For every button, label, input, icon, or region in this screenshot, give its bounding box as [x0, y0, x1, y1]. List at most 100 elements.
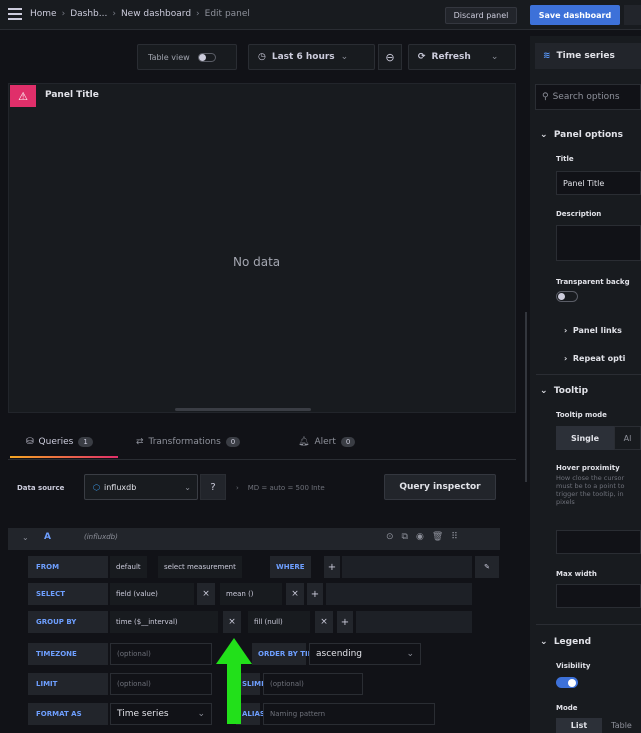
collapse-icon[interactable]: ⌄ [22, 533, 29, 542]
tooltip-mode-all[interactable]: Al [614, 426, 641, 450]
select-field[interactable]: field (value) [110, 583, 194, 605]
remove-field-icon[interactable]: × [197, 583, 215, 605]
format-as-value: Time series [117, 709, 169, 719]
query-options-summary[interactable]: › MD = auto = 500 Inte [236, 484, 325, 492]
transparent-background-label: Transparent backg [556, 278, 630, 286]
add-select-button[interactable]: + [307, 583, 323, 605]
panel-links-section[interactable]: › Panel links [564, 326, 622, 335]
add-group-by-button[interactable]: + [337, 611, 353, 633]
panel-options-label: Panel options [553, 130, 623, 140]
breadcrumb-home[interactable]: Home [30, 9, 57, 19]
limit-input[interactable]: (optional) [110, 673, 212, 695]
clock-icon: ◷ [258, 52, 266, 62]
tab-alert[interactable]: 🔔︎ Alert 0 [298, 437, 356, 447]
breadcrumb-new-dashboard[interactable]: New dashboard [121, 9, 191, 19]
search-options-input[interactable]: ⚲ Search options [535, 84, 641, 110]
eye-icon[interactable]: ◉ [416, 532, 432, 542]
hover-proximity-input[interactable] [556, 530, 641, 554]
table-view-label: Table view [148, 52, 190, 62]
repeat-options-section[interactable]: › Repeat opti [564, 354, 625, 363]
transform-icon: ⇄ [136, 437, 144, 447]
remove-group-by-time-icon[interactable]: × [223, 611, 241, 633]
description-input[interactable] [556, 225, 641, 261]
chevron-down-icon: ⌄ [406, 649, 414, 659]
resize-handle[interactable] [175, 408, 311, 411]
query-datasource-name: (influxdb) [84, 533, 118, 541]
from-label: FROM [28, 556, 108, 578]
help-icon[interactable]: ⊙ [386, 532, 402, 542]
divider [536, 624, 641, 625]
table-view-toggle[interactable]: Table view [137, 44, 237, 70]
format-as-select[interactable]: Time series ⌄ [110, 703, 212, 725]
panel-options-section[interactable]: ⌄ Panel options [540, 130, 623, 140]
duplicate-icon[interactable]: ⧉ [402, 532, 416, 542]
row-filler [326, 583, 472, 605]
add-where-button[interactable]: + [324, 556, 340, 578]
row-filler [342, 556, 472, 578]
tab-queries[interactable]: ⛁ Queries 1 [26, 437, 93, 447]
legend-section[interactable]: ⌄ Legend [540, 637, 591, 647]
datasource-label: Data source [17, 484, 65, 492]
warning-icon[interactable]: ⚠ [10, 85, 36, 107]
panel-preview [8, 83, 516, 413]
order-by-value: ascending [316, 649, 363, 659]
toggle-switch[interactable] [197, 52, 216, 62]
trash-icon[interactable]: 🗑︎ [432, 532, 451, 542]
help-icon[interactable]: ? [200, 474, 226, 500]
scrollbar[interactable] [525, 312, 527, 482]
save-dashboard-button[interactable]: Save dashboard [530, 5, 620, 25]
discard-panel-button[interactable]: Discard panel [445, 7, 517, 24]
max-width-label: Max width [556, 570, 597, 578]
max-width-input[interactable] [556, 584, 641, 608]
query-letter[interactable]: A [44, 532, 51, 542]
refresh-icon: ⟳ [418, 52, 426, 62]
remove-function-icon[interactable]: × [286, 583, 304, 605]
query-inspector-button[interactable]: Query inspector [384, 474, 496, 500]
edit-pencil-icon[interactable]: ✎ [475, 556, 499, 578]
chevron-down-icon[interactable]: ⌄ [491, 52, 499, 62]
visibility-label: Visibility [556, 662, 591, 670]
chevron-down-icon: ⌄ [184, 482, 191, 492]
group-by-fill[interactable]: fill (null) [248, 611, 310, 633]
from-measurement[interactable]: select measurement [158, 556, 242, 578]
title-input[interactable]: Panel Title [556, 171, 641, 195]
options-sidebar [530, 36, 641, 733]
transparent-background-switch[interactable] [556, 291, 578, 302]
legend-visibility-switch[interactable] [556, 677, 578, 688]
tab-transformations[interactable]: ⇄ Transformations 0 [136, 437, 241, 447]
drag-handle-icon[interactable]: ⠿ [451, 532, 466, 542]
apply-button-partial[interactable] [624, 5, 641, 25]
row-filler [356, 611, 472, 633]
alias-input[interactable]: Naming pattern [263, 703, 435, 725]
datasource-select[interactable]: ⬡ influxdb ⌄ [84, 474, 198, 500]
group-by-time[interactable]: time ($__interval) [110, 611, 218, 633]
query-actions: ⊙⧉◉🗑︎⠿ [386, 532, 466, 542]
bell-icon: 🔔︎ [298, 437, 310, 447]
breadcrumb-edit-panel: Edit panel [204, 9, 250, 19]
menu-icon[interactable] [8, 8, 22, 20]
breadcrumb-dashboards[interactable]: Dashb... [70, 9, 107, 19]
remove-fill-icon[interactable]: × [315, 611, 333, 633]
order-by-select[interactable]: ascending ⌄ [309, 643, 421, 665]
legend-mode-list[interactable]: List [556, 718, 602, 733]
search-options-placeholder: Search options [552, 92, 620, 102]
visualization-label: Time series [556, 51, 615, 61]
refresh-button[interactable]: ⟳ Refresh ⌄ [408, 44, 516, 70]
limit-label: LIMIT [28, 673, 108, 695]
visualization-picker[interactable]: ≋ Time series [535, 43, 641, 69]
select-function[interactable]: mean () [220, 583, 282, 605]
tooltip-section[interactable]: ⌄ Tooltip [540, 386, 588, 396]
green-arrow-annotation [216, 638, 252, 724]
legend-mode-table[interactable]: Table [602, 718, 641, 733]
slimit-input[interactable]: (optional) [263, 673, 363, 695]
timezone-input[interactable]: (optional) [110, 643, 212, 665]
hover-proximity-description: How close the cursor must be to a point … [556, 474, 625, 506]
breadcrumb: Home › Dashb... › New dashboard › Edit panel [30, 9, 250, 19]
chevron-down-icon: ⌄ [197, 709, 205, 719]
refresh-label: Refresh [431, 52, 471, 62]
zoom-out-icon[interactable]: ⊖ [378, 44, 402, 70]
time-range-picker[interactable]: ◷ Last 6 hours ⌄ [248, 44, 375, 70]
tooltip-mode-single[interactable]: Single [556, 426, 614, 450]
legend-mode-label: Mode [556, 704, 578, 712]
from-policy[interactable]: default [110, 556, 147, 578]
